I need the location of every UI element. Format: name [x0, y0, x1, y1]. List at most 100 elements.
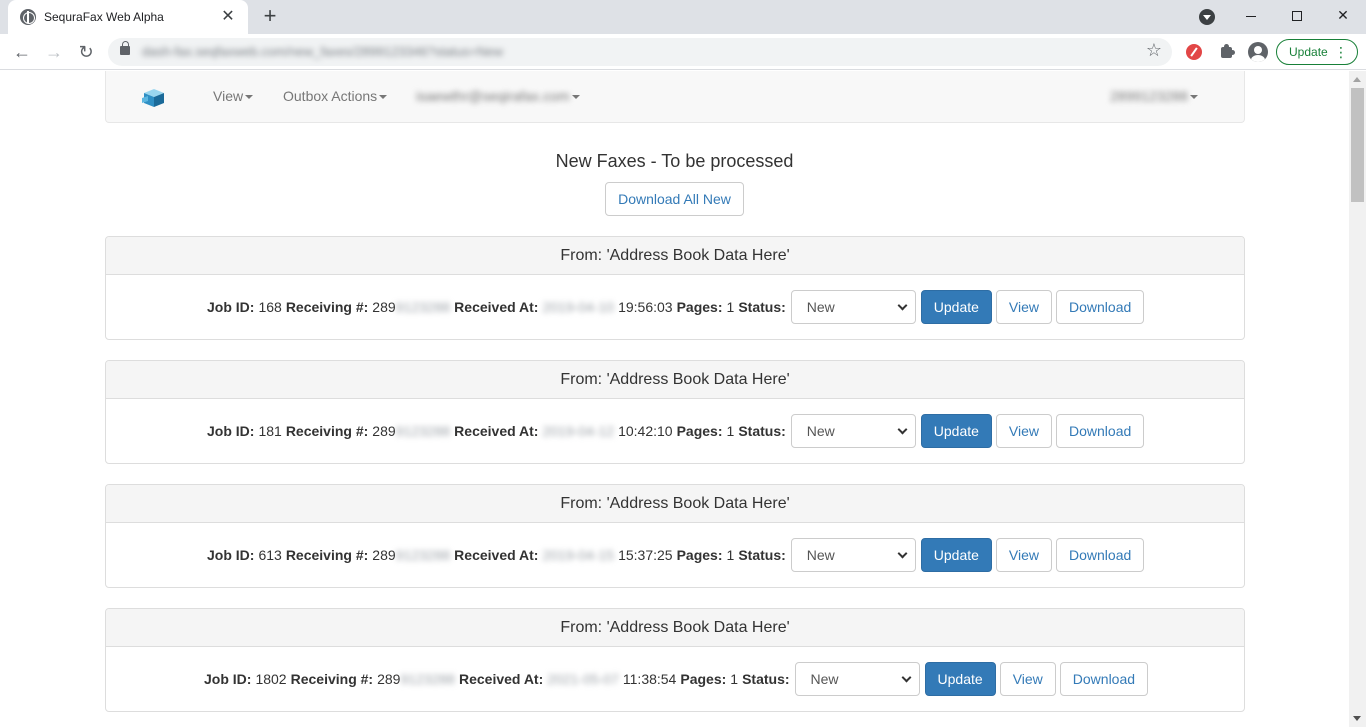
- pages-value: 1: [730, 671, 739, 687]
- status-selected-value: New: [806, 547, 835, 563]
- receiving-label: Receiving #:: [285, 423, 369, 439]
- caret-down-icon: [379, 95, 388, 100]
- fax-panel: From: 'Address Book Data Here' Job ID: 1…: [105, 360, 1245, 464]
- outbox-actions-menu[interactable]: Outbox Actions: [283, 88, 388, 104]
- receiving-redacted: 9123288: [395, 299, 451, 315]
- maximize-icon[interactable]: [1274, 0, 1320, 30]
- fax-panel-body: Job ID: 1802 Receiving #: 289 9123288 Rec…: [106, 647, 1244, 711]
- fax-panel: From: 'Address Book Data Here' Job ID: 1…: [105, 608, 1245, 712]
- back-arrow-icon[interactable]: ←: [10, 40, 34, 64]
- job-id-value: 613: [258, 547, 282, 563]
- view-menu[interactable]: View: [213, 88, 254, 104]
- fax-panel-body: Job ID: 613 Receiving #: 289 9123288 Rece…: [106, 523, 1244, 587]
- received-time: 10:42:10: [618, 423, 673, 439]
- update-button[interactable]: Update: [920, 538, 992, 572]
- fax-from-heading: From: 'Address Book Data Here': [106, 609, 1244, 647]
- job-id-label: Job ID:: [207, 423, 255, 439]
- menu-dots-icon[interactable]: ⋮: [1334, 40, 1348, 64]
- view-button[interactable]: View: [995, 290, 1053, 324]
- caret-down-icon: [1189, 95, 1198, 100]
- job-id-value: 1802: [255, 671, 287, 687]
- download-button[interactable]: Download: [1056, 290, 1145, 324]
- fax-from-heading: From: 'Address Book Data Here': [106, 361, 1244, 399]
- scrollbar-thumb[interactable]: [1351, 88, 1364, 202]
- receiving-redacted: 9123288: [395, 547, 451, 563]
- globe-icon: [20, 9, 36, 25]
- status-selected-value: New: [806, 423, 835, 439]
- view-button[interactable]: View: [995, 414, 1053, 448]
- received-date-redacted: 2019-04-10: [542, 299, 615, 315]
- brand-logo-icon[interactable]: [140, 86, 166, 108]
- profile-avatar-icon[interactable]: [1248, 42, 1268, 62]
- download-button[interactable]: Download: [1059, 662, 1149, 696]
- site-navbar: View Outbox Actions isaewthr@seqirafax.c…: [105, 71, 1245, 123]
- reload-icon[interactable]: ↻: [74, 40, 98, 64]
- view-menu-label: View: [213, 88, 244, 104]
- page-title: New Faxes - To be processed: [555, 151, 794, 171]
- status-select[interactable]: New: [790, 538, 916, 572]
- minimize-icon[interactable]: [1228, 0, 1274, 30]
- job-id-value: 181: [258, 423, 282, 439]
- fax-from-heading: From: 'Address Book Data Here': [106, 237, 1244, 275]
- status-select[interactable]: New: [794, 662, 920, 696]
- fax-panel-body: Job ID: 181 Receiving #: 289 9123288 Rece…: [106, 399, 1244, 463]
- pages-value: 1: [726, 299, 735, 315]
- browser-tabstrip: SequraFax Web Alpha ✕ + ✕: [0, 0, 1366, 34]
- received-date-redacted: 2021-05-07: [547, 671, 619, 687]
- status-select[interactable]: New: [790, 290, 916, 324]
- pages-label: Pages:: [676, 547, 723, 563]
- forward-arrow-icon[interactable]: →: [42, 40, 66, 64]
- status-selected-value: New: [810, 671, 839, 687]
- receiving-label: Receiving #:: [290, 671, 374, 687]
- outbox-actions-label: Outbox Actions: [283, 88, 378, 104]
- bookmark-star-icon[interactable]: ☆: [1144, 40, 1164, 60]
- new-tab-icon[interactable]: +: [258, 5, 282, 29]
- download-all-new-button[interactable]: Download All New: [605, 182, 744, 216]
- view-button[interactable]: View: [999, 662, 1056, 696]
- pages-value: 1: [726, 547, 735, 563]
- status-select[interactable]: New: [790, 414, 916, 448]
- download-button[interactable]: Download: [1056, 538, 1145, 572]
- close-tab-icon[interactable]: ✕: [218, 7, 238, 27]
- receiving-redacted: 9123288: [400, 671, 455, 687]
- tab-title: SequraFax Web Alpha: [44, 10, 164, 24]
- fax-panel: From: 'Address Book Data Here' Job ID: 6…: [105, 484, 1245, 588]
- window-close-icon[interactable]: ✕: [1320, 0, 1366, 30]
- update-button[interactable]: Update: [920, 290, 992, 324]
- receiving-prefix: 289: [377, 671, 401, 687]
- fax-panel: From: 'Address Book Data Here' Job ID: 1…: [105, 236, 1245, 340]
- fax-details-row: Job ID: 1802 Receiving #: 289 9123288 Rec…: [204, 647, 1152, 711]
- pages-label: Pages:: [676, 423, 723, 439]
- received-at-label: Received At:: [454, 299, 539, 315]
- fax-details-row: Job ID: 181 Receiving #: 289 9123288 Rece…: [207, 399, 1148, 463]
- url-text[interactable]: dash-fax.seqfaxweb.com/new_faxes/2899123…: [142, 44, 503, 59]
- lock-icon: [120, 41, 130, 55]
- browser-tab[interactable]: SequraFax Web Alpha ✕: [8, 0, 248, 34]
- receiving-redacted: 9123288: [395, 423, 451, 439]
- browser-update-button[interactable]: Update ⋮: [1276, 39, 1358, 65]
- tab-search-icon[interactable]: [1199, 9, 1215, 25]
- pages-label: Pages:: [676, 299, 723, 315]
- user-email-label: isaewthr@seqirafax.com: [416, 88, 570, 104]
- scroll-down-arrow-icon[interactable]: [1353, 716, 1361, 721]
- address-bar[interactable]: dash-fax.seqfaxweb.com/new_faxes/2899123…: [108, 38, 1172, 66]
- page-scrollbar[interactable]: [1349, 71, 1366, 727]
- status-label: Status:: [742, 671, 790, 687]
- received-time: 19:56:03: [618, 299, 673, 315]
- receiving-label: Receiving #:: [285, 299, 369, 315]
- fax-details-row: Job ID: 613 Receiving #: 289 9123288 Rece…: [207, 523, 1148, 587]
- account-number-menu[interactable]: 2899123288: [1110, 88, 1198, 104]
- receiving-prefix: 289: [372, 423, 396, 439]
- account-number-label: 2899123288: [1110, 88, 1188, 104]
- view-button[interactable]: View: [995, 538, 1053, 572]
- received-time: 11:38:54: [622, 671, 677, 687]
- job-id-label: Job ID:: [207, 299, 255, 315]
- download-button[interactable]: Download: [1056, 414, 1145, 448]
- update-button[interactable]: Update: [920, 414, 992, 448]
- user-email-menu[interactable]: isaewthr@seqirafax.com: [416, 88, 580, 104]
- extension-icon[interactable]: [1186, 44, 1202, 60]
- extensions-puzzle-icon[interactable]: [1216, 42, 1236, 62]
- scroll-up-arrow-icon[interactable]: [1353, 77, 1361, 82]
- caret-down-icon: [571, 95, 580, 100]
- update-button[interactable]: Update: [924, 662, 996, 696]
